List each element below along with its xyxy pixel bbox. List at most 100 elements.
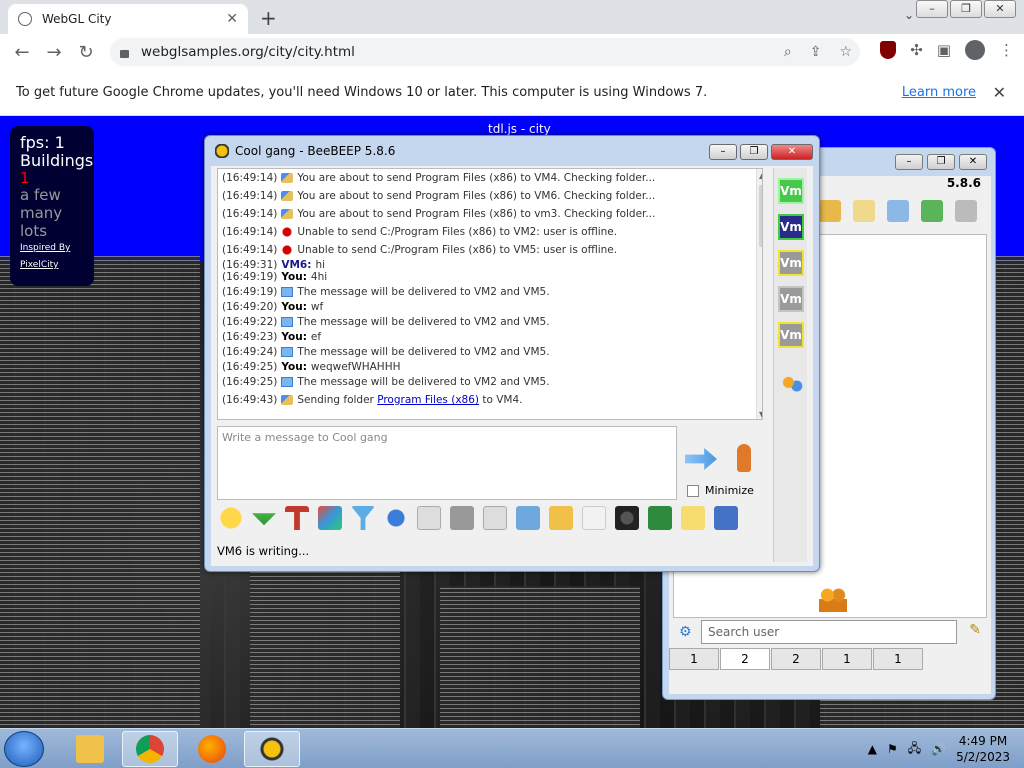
taskbar-chrome[interactable] (122, 731, 178, 767)
restore-button[interactable]: ❐ (950, 0, 982, 18)
tab-chats[interactable]: 1 (669, 648, 719, 670)
show-hidden-icons-icon[interactable]: ▲ (868, 742, 877, 756)
edit-note-icon[interactable] (681, 506, 705, 530)
folder-icon[interactable] (819, 200, 841, 222)
minimize-button[interactable]: – (709, 144, 737, 160)
option-a-few[interactable]: a few (20, 186, 84, 204)
pixelcity-link[interactable]: PixelCity (20, 257, 84, 274)
back-button[interactable]: ← (6, 42, 38, 63)
taskbar-beebeep[interactable] (244, 731, 300, 767)
download-arrow-icon[interactable] (252, 513, 276, 526)
tab-users[interactable]: 2 (720, 648, 770, 670)
people-icon (819, 586, 847, 612)
new-tab-button[interactable]: + (260, 6, 277, 30)
chat-message: (16:49:24) The message will be delivered … (222, 343, 758, 361)
restore-button[interactable]: ❐ (740, 144, 768, 160)
save-document-icon[interactable] (516, 506, 540, 530)
scroll-up-arrow-icon[interactable]: ▲ (759, 171, 762, 180)
html-code-icon[interactable] (582, 506, 606, 530)
minimize-button[interactable]: – (916, 0, 948, 18)
scroll-down-arrow-icon[interactable]: ▼ (759, 410, 762, 419)
close-tab-icon[interactable]: ✕ (226, 11, 238, 27)
option-lots[interactable]: lots (20, 222, 84, 240)
minimize-button[interactable]: – (895, 154, 923, 170)
forward-button[interactable]: → (38, 42, 70, 63)
message-input[interactable]: Write a message to Cool gang (217, 426, 677, 500)
text-format-icon[interactable] (450, 506, 474, 530)
bookmark-star-icon[interactable]: ☆ (839, 44, 852, 60)
minimize-checkbox[interactable]: Minimize (687, 484, 754, 497)
chat-message: (16:49:14) You are about to send Program … (222, 205, 758, 223)
member-vm-5[interactable]: Vm (778, 322, 804, 348)
infobar-message: To get future Google Chrome updates, you… (16, 85, 708, 100)
member-vm-2[interactable]: Vm (778, 214, 804, 240)
message-timestamp: (16:49:14) (222, 208, 278, 220)
close-button[interactable]: ✕ (984, 0, 1016, 18)
share-icon[interactable]: ⇪ (810, 44, 822, 60)
clear-search-icon[interactable]: ✎ (969, 622, 981, 638)
taskbar-firefox[interactable] (184, 731, 240, 767)
spellcheck-icon[interactable] (417, 506, 441, 530)
settings-gear-icon[interactable] (384, 506, 408, 530)
trash-icon[interactable] (955, 200, 977, 222)
profile-avatar[interactable] (965, 40, 985, 60)
edit-icon[interactable] (853, 200, 875, 222)
music-note-icon[interactable] (483, 506, 507, 530)
emoticon-icon[interactable] (219, 506, 243, 530)
action-center-flag-icon[interactable]: ⚑ (887, 742, 898, 756)
ublock-origin-icon[interactable] (880, 41, 897, 59)
volume-icon[interactable]: 🔊 (931, 742, 946, 756)
restore-button[interactable]: ❐ (927, 154, 955, 170)
microphone-icon[interactable] (737, 444, 751, 472)
font-icon[interactable] (285, 506, 309, 530)
screen-capture-icon[interactable] (648, 506, 672, 530)
zoom-search-icon[interactable]: ⌕ (784, 44, 792, 60)
chat-scrollbar[interactable]: ▲ ▼ (756, 169, 762, 419)
search-user-input[interactable]: Search user (701, 620, 957, 644)
member-vm-1[interactable]: Vm (778, 178, 804, 204)
chat-message: (16:49:19) You: 4hi (222, 271, 758, 283)
reload-button[interactable]: ↻ (70, 42, 102, 63)
add-members-icon[interactable] (780, 374, 804, 398)
update-icon[interactable] (921, 200, 943, 222)
close-button[interactable]: ✕ (959, 154, 987, 170)
message-text: You are about to send Program Files (x86… (297, 190, 656, 202)
save-disk-icon[interactable] (714, 506, 738, 530)
network-icon[interactable]: 🖧 (908, 739, 921, 760)
send-message-icon[interactable] (685, 448, 717, 470)
filter-icon[interactable] (351, 506, 375, 530)
scroll-thumb[interactable] (759, 185, 762, 247)
inspired-by-link[interactable]: Inspired By (20, 240, 84, 257)
gear-icon[interactable]: ⚙ (679, 624, 692, 640)
tab-files[interactable]: 1 (873, 648, 923, 670)
side-panel-icon[interactable]: ▣ (937, 41, 951, 59)
tab-webgl-city[interactable]: WebGL City ✕ (8, 4, 248, 34)
clock[interactable]: 4:49 PM 5/2/2023 (956, 733, 1010, 765)
chat-log[interactable]: (16:49:14) You are about to send Program … (217, 168, 763, 420)
settings-tools-icon[interactable] (887, 200, 909, 222)
address-bar[interactable]: webglsamples.org/city/city.html ⌕ ⇪ ☆ (110, 38, 860, 66)
minimize-checkbox-box[interactable] (687, 484, 699, 497)
chat-titlebar[interactable]: Cool gang - BeeBEEP 5.8.6 – ❐ ✕ (205, 136, 819, 166)
learn-more-link[interactable]: Learn more (902, 85, 976, 100)
tab-workgroups[interactable]: 1 (822, 648, 872, 670)
close-infobar-icon[interactable]: ✕ (993, 83, 1006, 102)
member-vm-4[interactable]: Vm (778, 286, 804, 312)
tab-groups[interactable]: 2 (771, 648, 821, 670)
send-folder-icon[interactable] (549, 506, 573, 530)
message-timestamp: (16:49:14) (222, 226, 278, 238)
tab-search-chevron-icon[interactable]: ⌄ (904, 8, 914, 22)
menu-kebab-icon[interactable]: ⋮ (999, 41, 1014, 59)
lock-icon[interactable] (120, 50, 129, 58)
extensions-puzzle-icon[interactable]: ✣ (910, 41, 923, 59)
taskbar: ▲ ⚑ 🖧 🔊 4:49 PM 5/2/2023 (0, 728, 1024, 768)
screenshot-camera-icon[interactable] (615, 506, 639, 530)
close-button[interactable]: ✕ (771, 144, 813, 160)
member-vm-3[interactable]: Vm (778, 250, 804, 276)
start-button[interactable] (4, 731, 44, 767)
folder-link[interactable]: Program Files (x86) (377, 391, 479, 409)
color-palette-icon[interactable] (318, 506, 342, 530)
option-many[interactable]: many (20, 204, 84, 222)
taskbar-explorer[interactable] (62, 731, 118, 767)
chat-message: (16:49:23) You: ef (222, 331, 758, 343)
